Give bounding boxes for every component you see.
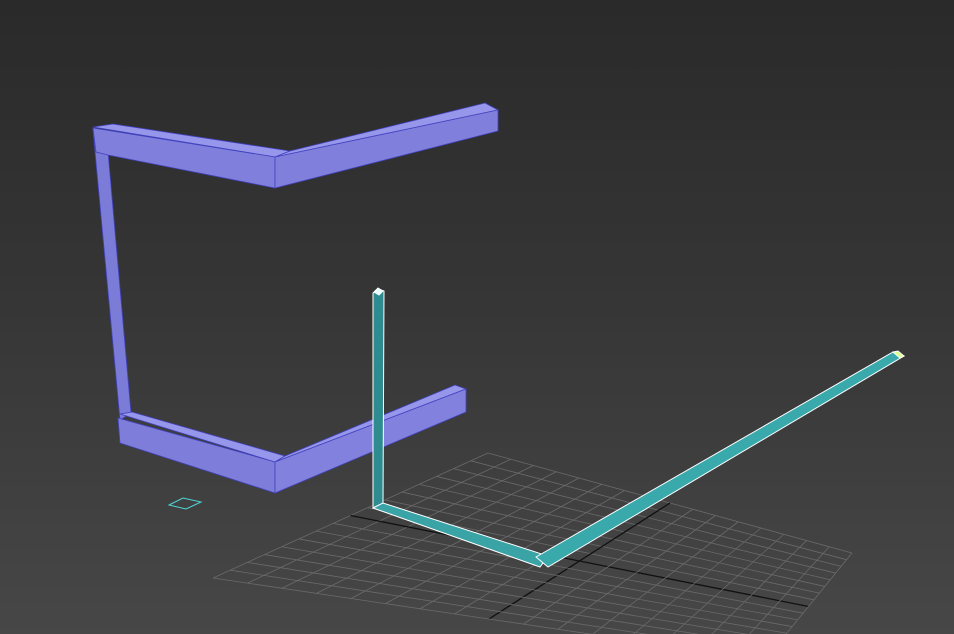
grid-line: [785, 552, 853, 634]
small-helper-object[interactable]: [167, 497, 203, 510]
grid-axis-line: [350, 514, 809, 608]
cyan-vertical-post: [372, 288, 385, 509]
cyan-long-leg: [535, 351, 906, 568]
purple-frame-object[interactable]: [92, 102, 500, 494]
viewport-scene: [92, 102, 906, 634]
grid-line: [672, 533, 785, 634]
purple-bottom-right-front-face: [274, 388, 467, 494]
3d-viewport[interactable]: [0, 0, 954, 634]
home-grid: [212, 452, 853, 634]
purple-bottom-left-front-face: [117, 417, 276, 494]
grid-line: [247, 561, 700, 634]
purple-vertical-bar: [92, 128, 132, 421]
grid-line: [333, 522, 804, 614]
